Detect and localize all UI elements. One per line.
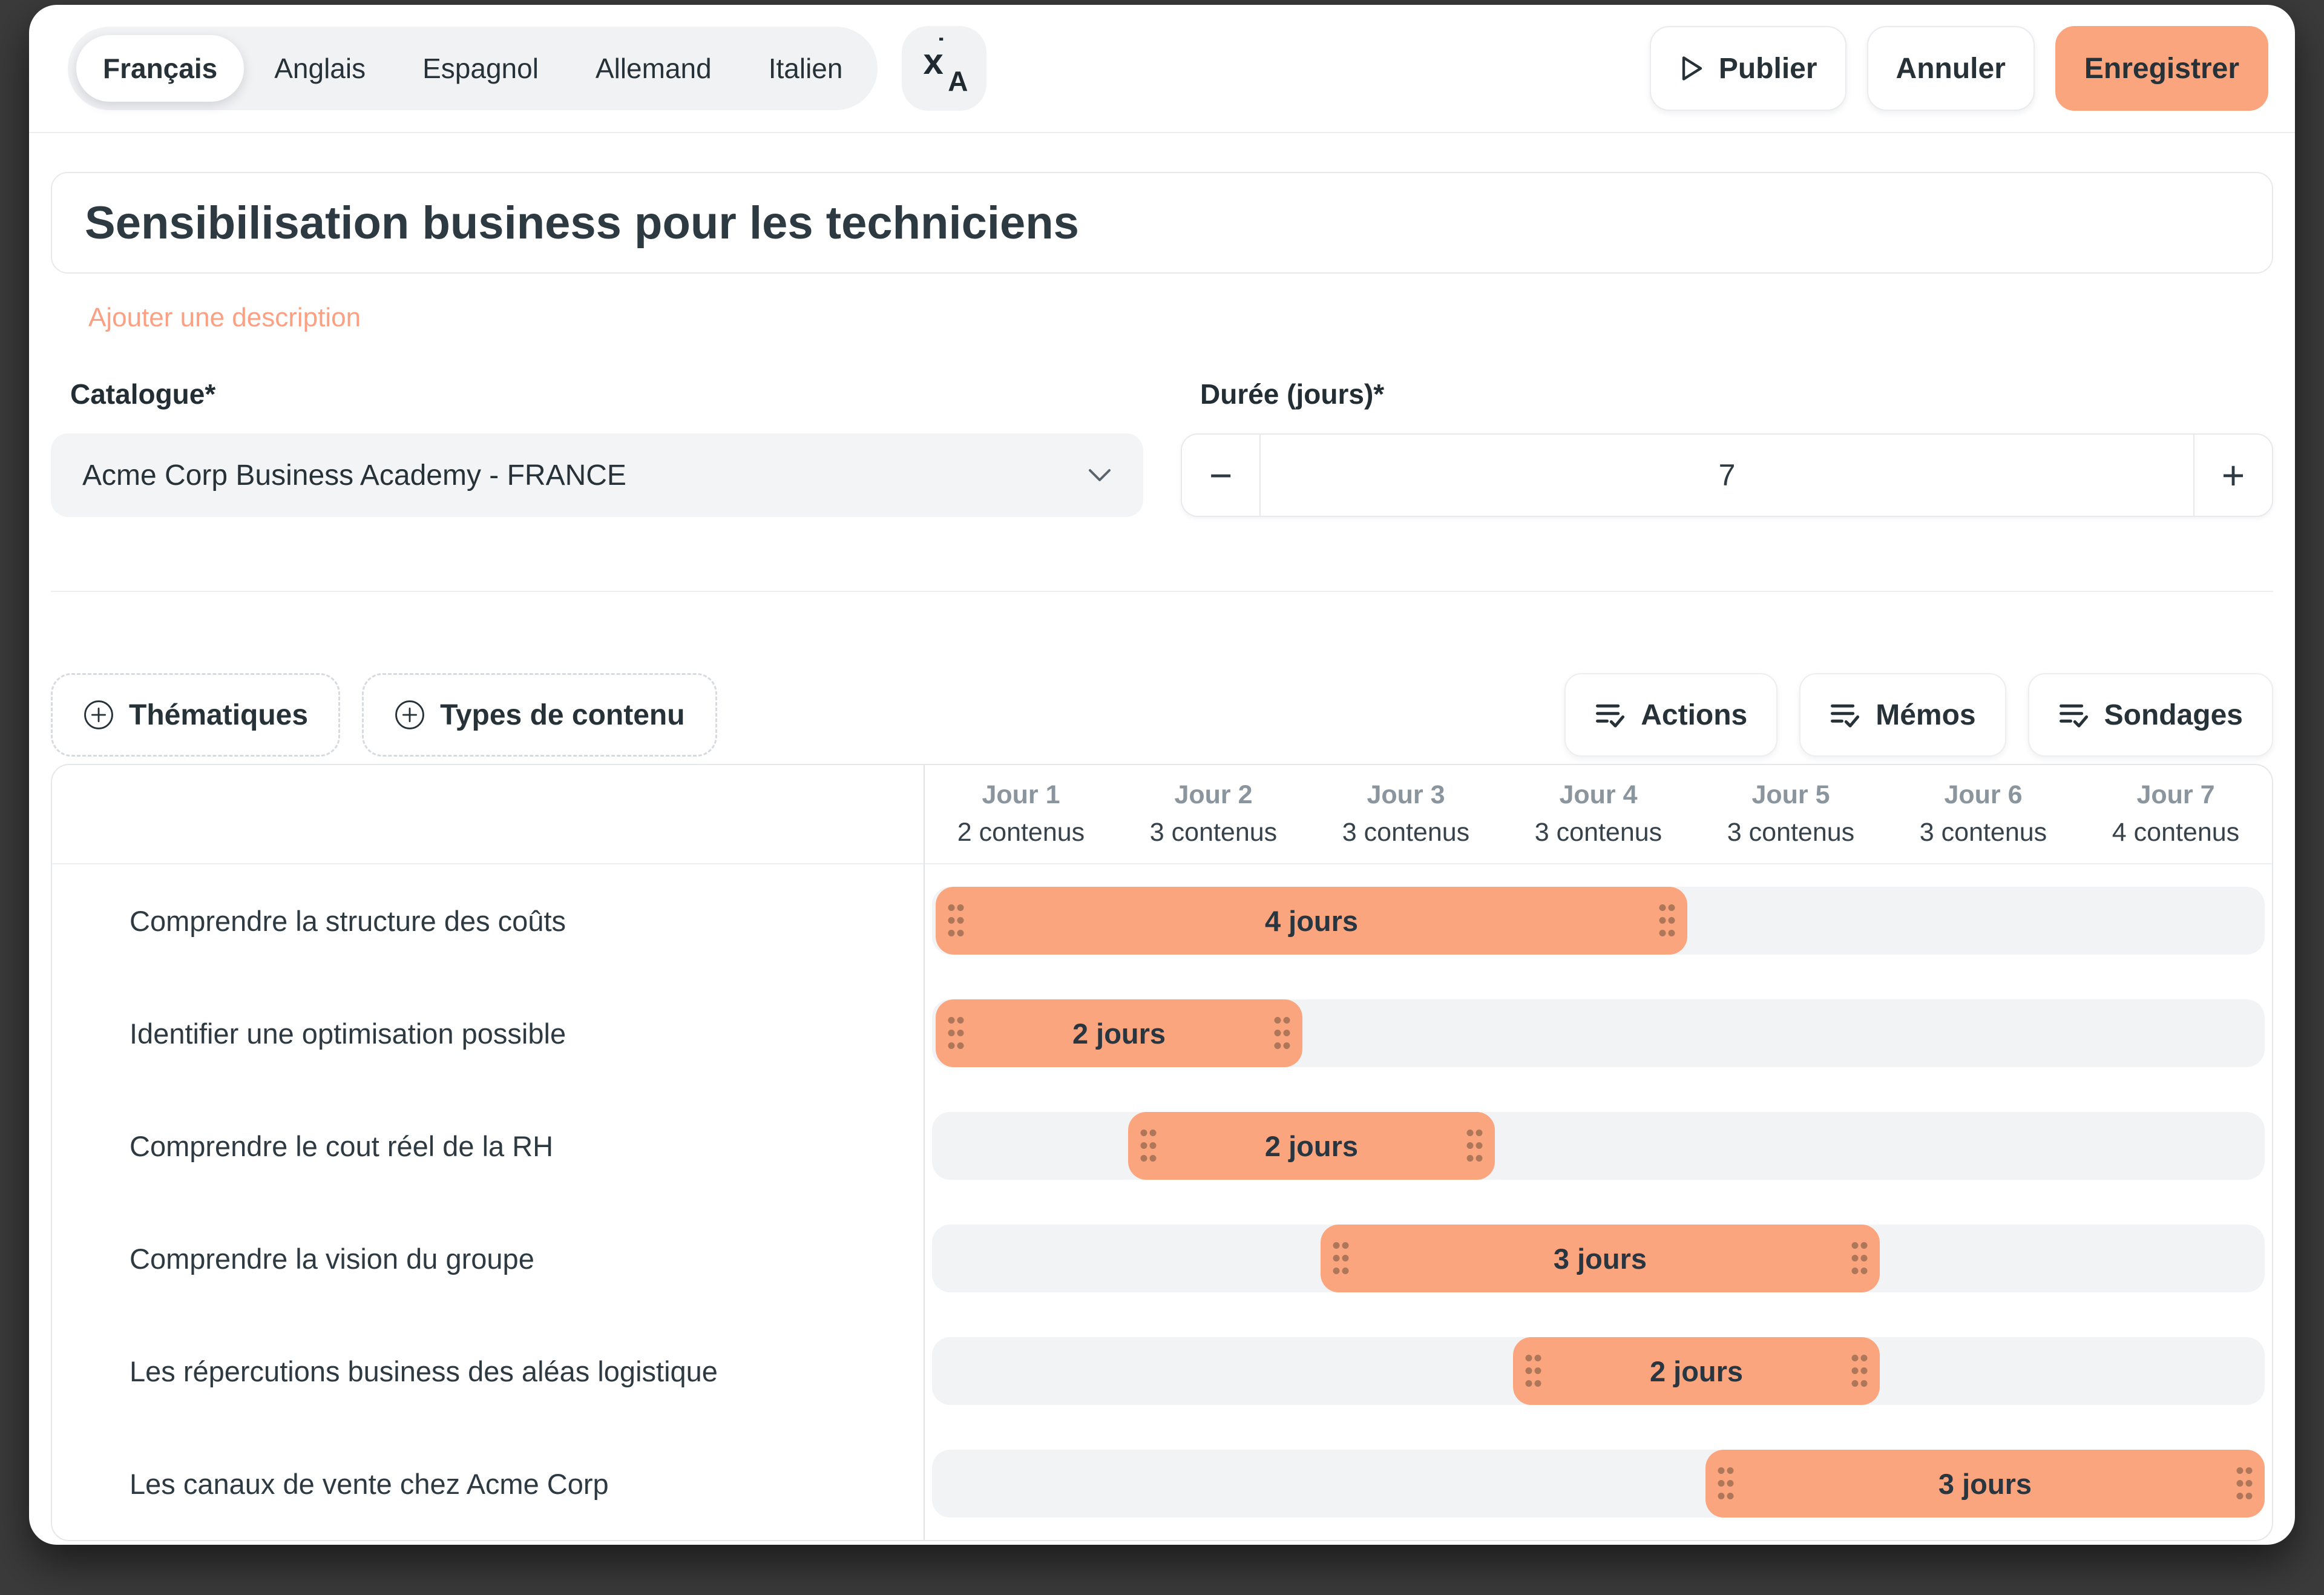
save-label: Enregistrer (2084, 52, 2239, 85)
gantt-row: 2 jours (925, 1090, 2272, 1202)
content-row-label: Comprendre la vision du groupe (52, 1202, 924, 1315)
drag-handle-left[interactable] (1718, 1467, 1734, 1501)
catalogue-field: Catalogue* Acme Corp Business Academy - … (51, 378, 1143, 517)
language-tab[interactable]: Allemand (569, 35, 738, 102)
day-header: Jour 2 3 contenus (1117, 779, 1310, 849)
translate-button[interactable]: x ˙ A (902, 26, 986, 111)
duration-stepper: − 7 + (1181, 433, 2273, 517)
language-tab[interactable]: Anglais (248, 35, 392, 102)
content-row-label: Les répercutions business des aléas logi… (52, 1315, 924, 1427)
publish-button[interactable]: Publier (1650, 26, 1846, 111)
drag-handle-left[interactable] (1525, 1354, 1541, 1389)
panel-button[interactable]: Sondages (2028, 673, 2273, 757)
desktop-background: FrançaisAnglaisEspagnolAllemandItalien x… (0, 0, 2324, 1595)
plus-circle-icon (394, 699, 425, 731)
top-bar: FrançaisAnglaisEspagnolAllemandItalien x… (29, 5, 2295, 133)
drag-handle-right[interactable] (1466, 1129, 1483, 1163)
add-button[interactable]: Thématiques (51, 673, 340, 757)
publish-label: Publier (1719, 52, 1817, 85)
chevron-down-icon (1088, 468, 1112, 482)
catalogue-value: Acme Corp Business Academy - FRANCE (82, 459, 626, 492)
catalogue-select[interactable]: Acme Corp Business Academy - FRANCE (51, 433, 1143, 517)
cancel-label: Annuler (1896, 52, 2006, 85)
main-content: Sensibilisation business pour les techni… (29, 172, 2295, 1541)
day-header: Jour 4 3 contenus (1502, 779, 1695, 849)
duration-increment-button[interactable]: + (2194, 435, 2272, 516)
language-tabs: FrançaisAnglaisEspagnolAllemandItalien (68, 27, 878, 110)
drag-handle-left[interactable] (948, 904, 964, 938)
section-divider (51, 591, 2273, 592)
duration-input[interactable]: 7 (1259, 435, 2194, 516)
duration-decrement-button[interactable]: − (1182, 435, 1259, 516)
content-row-label: Comprendre le cout réel de la RH (52, 1090, 924, 1202)
form-row: Catalogue* Acme Corp Business Academy - … (51, 378, 2273, 517)
catalogue-label: Catalogue* (70, 378, 1143, 410)
gantt-row: 3 jours (925, 1202, 2272, 1315)
add-description-link[interactable]: Ajouter une description (88, 303, 361, 333)
duration-label: Durée (jours)* (1200, 378, 2273, 410)
planner-row-labels: Comprendre la structure des coûtsIdentif… (52, 864, 925, 1540)
drag-handle-left[interactable] (1333, 1241, 1349, 1276)
add-button[interactable]: Types de contenu (362, 673, 717, 757)
list-check-icon (1595, 700, 1625, 730)
gantt-row: 4 jours (925, 864, 2272, 977)
content-row-label: Identifier une optimisation possible (52, 977, 924, 1090)
duration-field: Durée (jours)* − 7 + (1181, 378, 2273, 517)
drag-handle-left[interactable] (1140, 1129, 1157, 1163)
play-icon (1679, 54, 1705, 83)
drag-handle-right[interactable] (1851, 1354, 1868, 1389)
content-row-label: Comprendre la structure des coûts (52, 864, 924, 977)
gantt-bar[interactable]: 3 jours (1321, 1225, 1880, 1292)
planner-toolbar: Thématiques Types de contenu Actions Mém… (51, 673, 2273, 757)
planner-day-headers: Jour 1 2 contenus Jour 2 3 contenus Jour… (925, 765, 2272, 864)
gantt-bar[interactable]: 4 jours (936, 887, 1687, 955)
list-check-icon (2058, 700, 2089, 730)
drag-handle-right[interactable] (1659, 904, 1675, 938)
course-title-input[interactable]: Sensibilisation business pour les techni… (51, 172, 2273, 274)
language-tab[interactable]: Italien (742, 35, 870, 102)
day-header: Jour 1 2 contenus (925, 779, 1117, 849)
drag-handle-left[interactable] (948, 1016, 964, 1051)
gantt-row: 2 jours (925, 1315, 2272, 1427)
day-header: Jour 6 3 contenus (1887, 779, 2079, 849)
planner-gantt-area: 4 jours 2 jours 2 jours (925, 864, 2272, 1540)
drag-handle-right[interactable] (1274, 1016, 1290, 1051)
planner-header-corner (52, 765, 925, 864)
gantt-bar[interactable]: 2 jours (936, 999, 1302, 1067)
gantt-bar[interactable]: 2 jours (1128, 1112, 1495, 1180)
course-title-value: Sensibilisation business pour les techni… (85, 197, 1079, 249)
language-tab[interactable]: Espagnol (396, 35, 565, 102)
plus-circle-icon (83, 699, 114, 731)
panel-button[interactable]: Mémos (1799, 673, 2006, 757)
cancel-button[interactable]: Annuler (1867, 26, 2035, 111)
gantt-row: 2 jours (925, 977, 2272, 1090)
drag-handle-right[interactable] (2236, 1467, 2253, 1501)
translate-icon: x ˙ A (923, 44, 965, 93)
drag-handle-right[interactable] (1851, 1241, 1868, 1276)
language-tab[interactable]: Français (76, 35, 244, 102)
day-header: Jour 5 3 contenus (1695, 779, 1887, 849)
day-header: Jour 3 3 contenus (1310, 779, 1502, 849)
panel-button[interactable]: Actions (1564, 673, 1777, 757)
day-header: Jour 7 4 contenus (2079, 779, 2272, 849)
content-row-label: Les canaux de vente chez Acme Corp (52, 1427, 924, 1540)
planner-card: Jour 1 2 contenus Jour 2 3 contenus Jour… (51, 764, 2273, 1541)
gantt-bar[interactable]: 2 jours (1513, 1337, 1880, 1405)
app-window: FrançaisAnglaisEspagnolAllemandItalien x… (29, 5, 2295, 1545)
save-button[interactable]: Enregistrer (2055, 26, 2268, 111)
list-check-icon (1830, 700, 1860, 730)
gantt-bar[interactable]: 3 jours (1705, 1450, 2265, 1518)
gantt-row: 3 jours (925, 1427, 2272, 1540)
